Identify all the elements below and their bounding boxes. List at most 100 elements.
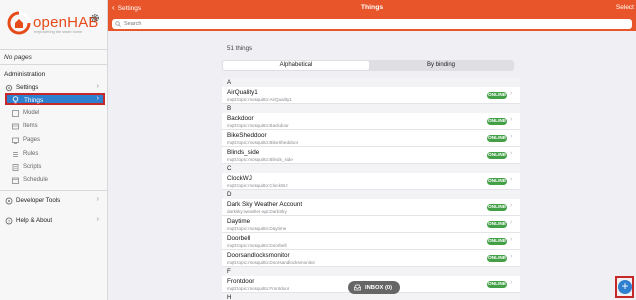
sidebar-item-pages[interactable]: Pages	[0, 135, 107, 147]
list-item[interactable]: BikeSheddoor mqtt:topic:mosquitto:BikeSh…	[222, 130, 520, 147]
thing-name: Frontdoor	[227, 277, 255, 285]
thing-uid: mqtt:topic:mosquitto:Doorsandlocksmonito…	[227, 260, 316, 265]
view-segmented-control: Alphabetical By binding	[222, 60, 514, 71]
select-button[interactable]: Select	[616, 4, 634, 11]
group-header: A	[222, 78, 520, 87]
group-letter: D	[227, 191, 232, 198]
search-box[interactable]	[112, 19, 632, 29]
inbox-icon	[354, 284, 361, 291]
thing-uid: mqtt:topic:mosquitto:Blinds_side	[227, 157, 293, 162]
search-input[interactable]	[124, 19, 624, 29]
sidebar-divider	[0, 49, 107, 50]
openhab-logo-icon	[7, 11, 31, 35]
sidebar-item-scripts[interactable]: Scripts	[0, 162, 107, 174]
no-pages-label: No pages	[4, 54, 32, 61]
logo-wordmark: openHAB	[33, 14, 99, 31]
list-item[interactable]: Daytime mqtt:topic:mosquitto:Daytime ONL…	[222, 216, 520, 233]
chevron-right-icon: ›	[510, 116, 513, 123]
status-badge: ONLINE	[487, 117, 507, 125]
list-item[interactable]: ClockWJ mqtt:topic:mosquitto:ClockWJ ONL…	[222, 173, 520, 190]
lightbulb-icon	[12, 96, 19, 104]
chevron-right-icon: ›	[96, 196, 99, 203]
sidebar-item-label: Settings	[16, 84, 39, 91]
status-badge: ONLINE	[487, 237, 507, 245]
sidebar-item-items[interactable]: Items	[0, 121, 107, 133]
chevron-right-icon: ›	[510, 279, 513, 286]
sidebar-item-model[interactable]: Model	[0, 108, 107, 120]
developer-tools-icon	[5, 197, 13, 205]
search-icon	[115, 20, 121, 27]
openhab-logo[interactable]: openHAB empowering the smart home	[6, 6, 98, 36]
list-item[interactable]: Doorsandlocksmonitor mqtt:topic:mosquitt…	[222, 250, 520, 267]
thing-name: Backdoor	[227, 114, 254, 122]
sidebar-item-label: Developer Tools	[16, 197, 61, 204]
thing-name: BikeSheddoor	[227, 131, 267, 139]
sidebar-item-label: Scripts	[23, 164, 42, 170]
thing-uid: mqtt:topic:mosquitto:AirQuality1	[227, 97, 292, 102]
list-item[interactable]: AirQuality1 mqtt:topic:mosquitto:AirQual…	[222, 87, 520, 104]
gear-icon[interactable]	[90, 13, 100, 23]
chevron-right-icon: ›	[510, 150, 513, 157]
thing-uid: mqtt:topic:mosquitto:Doorbell	[227, 243, 287, 248]
calendar-icon	[12, 177, 19, 184]
group-header: F	[222, 267, 520, 276]
status-badge: ONLINE	[487, 151, 507, 159]
chevron-right-icon: ›	[96, 216, 99, 223]
thing-uid: mqtt:topic:mosquitto:Backdoor	[227, 123, 289, 128]
pages-icon	[12, 137, 19, 144]
chevron-right-icon: ›	[510, 253, 513, 260]
group-header: D	[222, 190, 520, 199]
thing-name: Dark Sky Weather Account	[227, 200, 303, 208]
model-icon	[12, 110, 19, 117]
sidebar-item-label: Schedule	[23, 177, 49, 183]
thing-name: AirQuality1	[227, 88, 258, 96]
sidebar-item-label: Model	[23, 110, 40, 116]
chevron-right-icon: ›	[510, 133, 513, 140]
things-list: A AirQuality1 mqtt:topic:mosquitto:AirQu…	[222, 78, 520, 300]
plus-icon: +	[618, 280, 632, 294]
chevron-right-icon: ›	[510, 90, 513, 97]
chevron-right-icon: ›	[510, 176, 513, 183]
sidebar-item-schedule[interactable]: Schedule	[0, 175, 107, 187]
list-item[interactable]: Doorbell mqtt:topic:mosquitto:Doorbell O…	[222, 233, 520, 250]
chevron-right-icon: ›	[96, 83, 99, 90]
searchbar	[108, 17, 636, 31]
chevron-right-icon: ›	[510, 219, 513, 226]
sidebar-item-help-about[interactable]: ? Help & About ›	[0, 215, 107, 227]
rules-icon	[13, 152, 18, 157]
things-count: 51 things	[227, 45, 253, 52]
sidebar-item-rules[interactable]: Rules	[0, 149, 107, 161]
group-header: B	[222, 104, 520, 113]
list-item[interactable]: Dark Sky Weather Account darksky:weather…	[222, 199, 520, 216]
sidebar-item-label: Pages	[23, 137, 41, 143]
sidebar: openHAB empowering the smart home No pag…	[0, 0, 108, 300]
inbox-button[interactable]: INBOX (0)	[348, 281, 400, 294]
items-icon	[12, 123, 19, 130]
navbar: ‹ Settings Things Select	[108, 0, 636, 17]
sidebar-item-developer-tools[interactable]: Developer Tools ›	[0, 195, 107, 207]
thing-uid: mqtt:topic:mosquitto:BikeSheddoor	[227, 140, 299, 145]
status-badge: ONLINE	[487, 91, 507, 99]
thing-uid: mqtt:topic:mosquitto:Daytime	[227, 226, 287, 231]
list-item[interactable]: Blinds_side mqtt:topic:mosquitto:Blinds_…	[222, 147, 520, 164]
sidebar-item-label: Items	[23, 123, 38, 129]
tab-by-binding[interactable]: By binding	[369, 61, 513, 70]
sidebar-item-things[interactable]: Things ›	[5, 93, 105, 105]
thing-name: ClockWJ	[227, 174, 252, 182]
sidebar-divider	[0, 190, 107, 191]
sidebar-item-label: Rules	[23, 151, 39, 157]
add-thing-button[interactable]: +	[615, 276, 634, 298]
status-badge: ONLINE	[487, 254, 507, 262]
help-icon: ?	[5, 217, 13, 225]
status-badge: ONLINE	[487, 280, 507, 288]
list-item[interactable]: Backdoor mqtt:topic:mosquitto:Backdoor O…	[222, 113, 520, 130]
thing-uid: mqtt:topic:mosquitto:Frontdoor	[227, 286, 290, 291]
thing-uid: darksky:weather-api:DarkSky	[227, 209, 287, 214]
group-letter: H	[227, 294, 232, 300]
chevron-right-icon: ›	[510, 202, 513, 209]
settings-icon	[5, 84, 13, 92]
tab-alphabetical[interactable]: Alphabetical	[223, 61, 369, 70]
chevron-right-icon: ›	[96, 95, 99, 102]
thing-name: Blinds_side	[227, 148, 260, 156]
sidebar-divider	[0, 64, 107, 65]
